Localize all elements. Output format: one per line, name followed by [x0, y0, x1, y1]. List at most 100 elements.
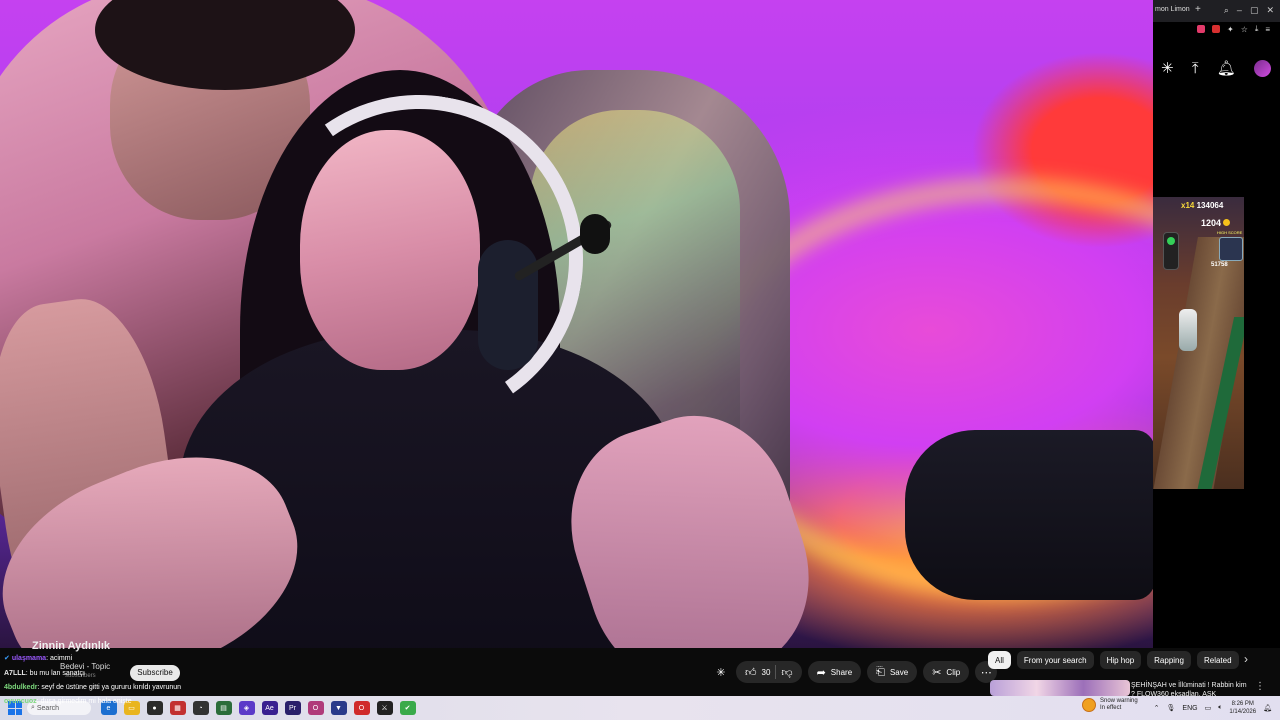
- avatar[interactable]: [1253, 60, 1271, 77]
- like-count[interactable]: 30: [762, 668, 771, 677]
- weather-sub: In effect: [1100, 705, 1122, 711]
- clip-button[interactable]: ✂ Clip: [923, 661, 970, 683]
- window-controls: ⌕ – ▢ ✕: [1224, 5, 1274, 16]
- premiere-icon[interactable]: Pr: [284, 701, 301, 715]
- game-high-score-value: 51758: [1211, 262, 1228, 268]
- chevron-right-icon[interactable]: ›: [1244, 652, 1248, 666]
- puzzle-icon[interactable]: ✦: [1227, 25, 1234, 34]
- upload-icon[interactable]: ⤒: [1192, 60, 1199, 77]
- extension-bar: ✦ ☆ ⤓ ≡: [1197, 22, 1280, 36]
- game-runner: [1179, 309, 1197, 351]
- ai-sparkle-icon[interactable]: ✳: [1161, 60, 1174, 77]
- opera-icon[interactable]: O: [353, 701, 370, 715]
- like-icon[interactable]: 👍︎: [745, 666, 757, 679]
- scissors-icon: ✂: [932, 666, 942, 679]
- chat-username[interactable]: A7LLL: [4, 670, 26, 677]
- warning-icon: [1082, 698, 1096, 712]
- chevron-up-icon[interactable]: ⌃: [1154, 704, 1160, 712]
- chat-badge-icon: ✔: [4, 655, 10, 662]
- clock[interactable]: 8:26 PM 1/14/2026: [1229, 700, 1256, 716]
- coin-icon: [1223, 219, 1231, 226]
- game-high-score-label: HIGH SCORE: [1217, 230, 1243, 235]
- maximize-icon[interactable]: ▢: [1250, 5, 1259, 16]
- app-icon[interactable]: ✔: [399, 701, 416, 715]
- extension-icon[interactable]: [1197, 25, 1205, 33]
- app-icon[interactable]: ◈: [238, 701, 255, 715]
- browser-tabbar: mon Limon + ⌕ – ▢ ✕: [1153, 0, 1280, 22]
- headset-earcup: [478, 240, 538, 370]
- volume-icon[interactable]: 🔈︎: [1218, 704, 1222, 712]
- traffic-signal-icon: [1163, 232, 1179, 270]
- share-label: Share: [830, 667, 853, 677]
- minimize-icon[interactable]: –: [1237, 5, 1242, 16]
- right-panel: mon Limon + ⌕ – ▢ ✕ ✦ ☆ ⤓ ≡ ✳ ⤒ 🔔︎ x14 1…: [1153, 0, 1280, 648]
- dislike-icon[interactable]: 👎︎: [781, 666, 792, 679]
- chip-all[interactable]: All: [988, 651, 1011, 669]
- headset-mic: [580, 214, 610, 254]
- recommendation-chips: All From your search Hip hop Rapping Rel…: [988, 651, 1239, 669]
- weather-text: Snow warning In effect: [1100, 698, 1138, 712]
- game-coins: 1204: [1201, 218, 1231, 228]
- youtube-header-icons: ✳ ⤒ 🔔︎: [1161, 60, 1271, 77]
- chip-related[interactable]: Related: [1196, 651, 1239, 669]
- system-tray: ⌃ 🎙︎ ENG ▭ 🔈︎ 8:26 PM 1/14/2026 🔔︎: [1154, 697, 1272, 719]
- menu-icon[interactable]: ≡: [1265, 25, 1270, 34]
- chat-text: bu mu lan sanatçı: [29, 670, 85, 677]
- game-coin-count: 1204: [1201, 218, 1222, 228]
- mic-icon[interactable]: 🎙︎: [1167, 704, 1176, 712]
- chat-username[interactable]: 4bdulkedr: [4, 684, 37, 691]
- app-icon[interactable]: ▦: [169, 701, 186, 715]
- subscribe-button[interactable]: Subscribe: [130, 665, 180, 681]
- bell-icon[interactable]: 🔔︎: [1217, 60, 1236, 77]
- game-score-value: 134064: [1196, 201, 1224, 210]
- notification-bell-icon[interactable]: 🔔︎: [1263, 704, 1272, 712]
- weather-widget[interactable]: Snow warning In effect: [1082, 698, 1138, 712]
- save-label: Save: [889, 667, 909, 677]
- close-icon[interactable]: ✕: [1266, 5, 1274, 16]
- ai-sparkle-icon[interactable]: ✳: [712, 661, 730, 683]
- extension-icon[interactable]: [1212, 25, 1220, 33]
- chip-rapping[interactable]: Rapping: [1147, 651, 1191, 669]
- app-icon[interactable]: ◔: [192, 701, 209, 715]
- clock-time: 8:26 PM: [1231, 701, 1254, 707]
- chat-text: duşa girmedim mi hala enişte: [40, 698, 132, 705]
- share-button[interactable]: ➦ Share: [807, 661, 862, 683]
- new-tab-icon[interactable]: +: [1195, 4, 1201, 15]
- clock-date: 1/14/2026: [1229, 709, 1257, 715]
- opera-gx-icon[interactable]: O: [307, 701, 324, 715]
- app-icon[interactable]: ▤: [215, 701, 232, 715]
- like-dislike-group: 👍︎ 30 👎︎: [736, 661, 802, 683]
- browser-tab-title[interactable]: mon Limon: [1155, 6, 1190, 13]
- subway-surfers-overlay: x14 134064 1204 HIGH SCORE 51758: [1153, 197, 1244, 489]
- after-effects-icon[interactable]: Ae: [261, 701, 278, 715]
- more-vert-icon[interactable]: ⋮: [1255, 681, 1265, 692]
- chat-message: 4bdulkedr: seyf de üstüne gitti ya gurur…: [4, 684, 182, 691]
- chat-message: oyuncuoz: duşa girmedim mi hala enişte: [4, 698, 132, 705]
- weather-title: Snow warning: [1100, 698, 1138, 704]
- save-button[interactable]: ⎗ Save: [867, 661, 918, 683]
- app-icon[interactable]: ▼: [330, 701, 347, 715]
- chat-text: seyf de üstüne gitti ya gururu kırıldı y…: [41, 684, 182, 691]
- bookmark-icon: ⎗: [876, 665, 885, 678]
- display-icon[interactable]: ▭: [1205, 704, 1212, 712]
- game-score: x14 134064: [1181, 201, 1223, 210]
- app-icon[interactable]: ●: [146, 701, 163, 715]
- clip-label: Clip: [946, 667, 961, 677]
- language-indicator[interactable]: ENG: [1182, 705, 1197, 712]
- recommendation-thumbnail[interactable]: [990, 680, 1130, 696]
- chat-username[interactable]: oyuncuoz: [4, 698, 37, 705]
- chat-username[interactable]: ulaşmama: [12, 655, 46, 662]
- game-multiplier: x14: [1181, 201, 1195, 210]
- stream-video[interactable]: [0, 0, 1153, 648]
- video-actions: ✳ 👍︎ 30 👎︎ ➦ Share ⎗ Save ✂ Clip ⋯: [712, 661, 998, 683]
- star-icon[interactable]: ☆: [1241, 25, 1248, 34]
- chat-message: A7LLL: bu mu lan sanatçı: [4, 670, 85, 677]
- game-high-score-avatar: [1219, 237, 1243, 261]
- app-icon[interactable]: ⚔: [376, 701, 393, 715]
- desk-microphone: [905, 430, 1153, 600]
- download-icon[interactable]: ⤓: [1255, 24, 1259, 34]
- chip-hip-hop[interactable]: Hip hop: [1099, 651, 1142, 669]
- chat-channel-name: Zinnin Aydınlık: [32, 640, 111, 652]
- search-icon[interactable]: ⌕: [1224, 5, 1229, 16]
- chip-from-your-search[interactable]: From your search: [1016, 651, 1094, 669]
